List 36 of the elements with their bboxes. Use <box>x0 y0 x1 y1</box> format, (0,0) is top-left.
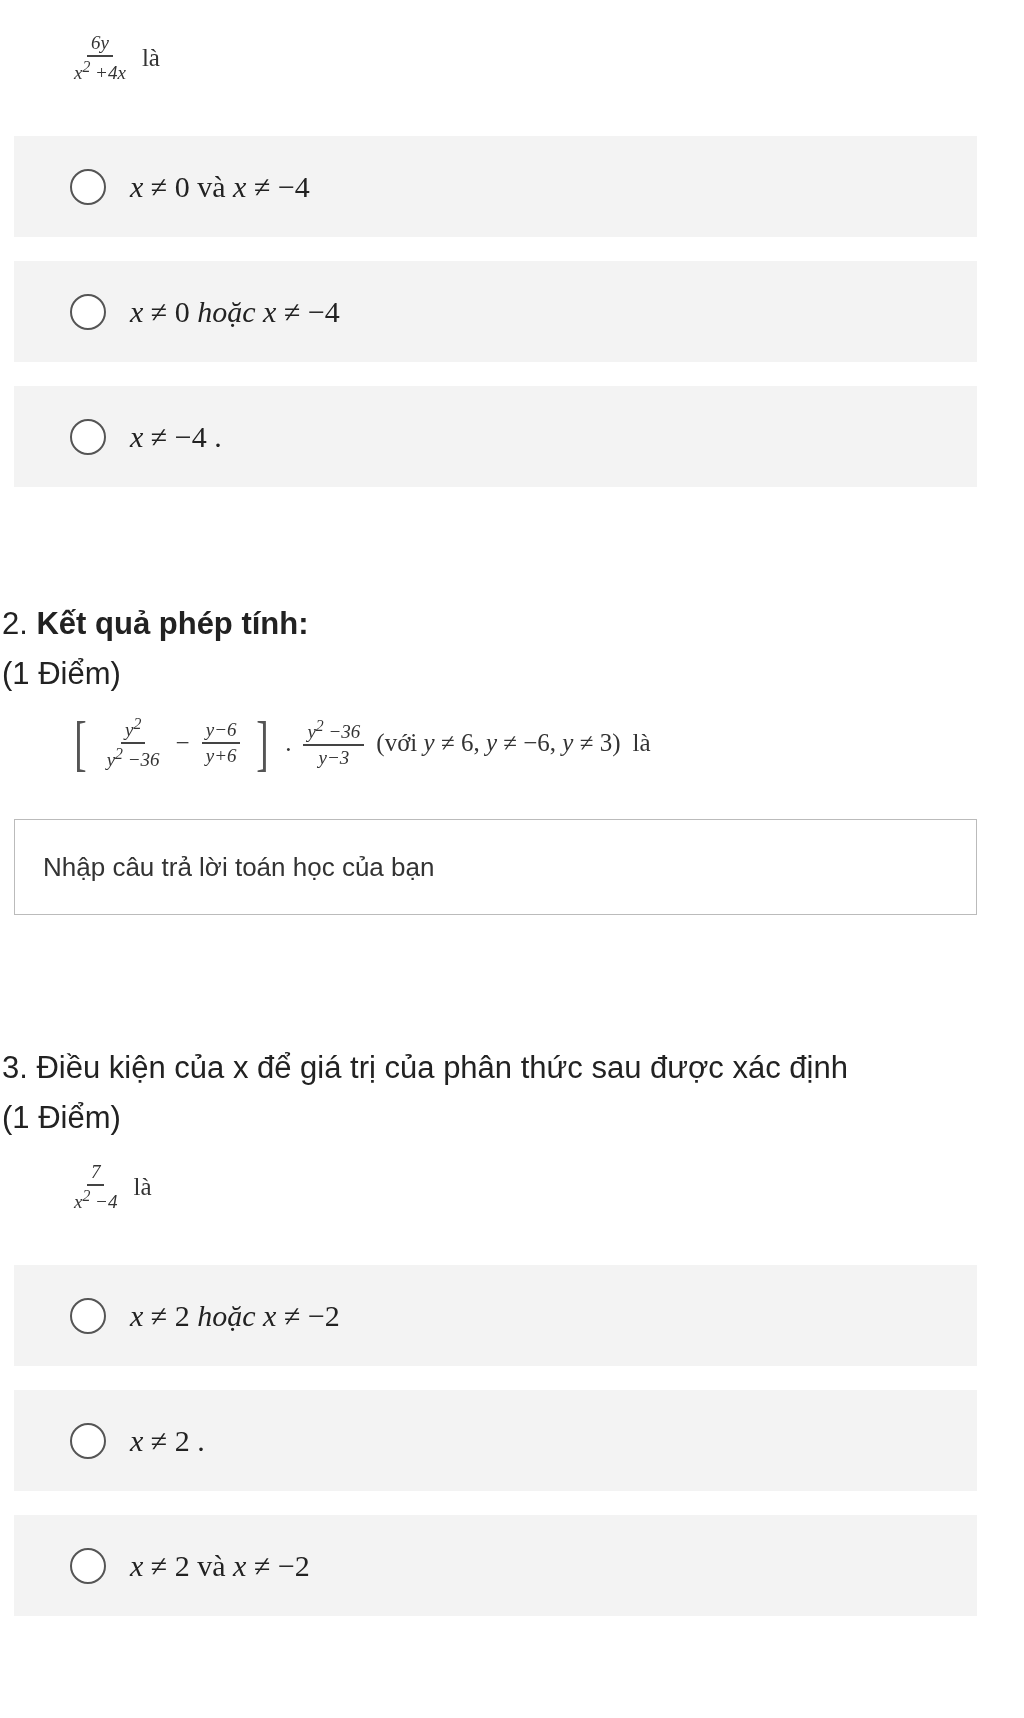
answer-field[interactable]: Nhập câu trả lời toán học của bạn <box>14 819 977 915</box>
option-text: x ≠ 0 và x ≠ −4 <box>130 169 310 204</box>
option-text: x ≠ 2 hoặc x ≠ −2 <box>130 1298 340 1333</box>
radio-button[interactable] <box>70 1422 106 1459</box>
fraction: y$^{2}$ −36 y−3 <box>303 716 365 770</box>
option-text: x ≠ 0 hoặc x ≠ −4 <box>130 294 340 329</box>
formula-text: (với y ≠ 6, y ≠ −6, y ≠ 3) <box>376 729 621 757</box>
points-label: (1 Điểm) <box>2 1099 122 1137</box>
radio-button[interactable] <box>70 293 106 330</box>
bracket: [ <box>74 712 87 774</box>
formula-text: . <box>285 729 292 757</box>
fraction: 6y x$^{2}$ +4x <box>73 31 127 85</box>
answer-option[interactable]: x ≠ 2 . <box>14 1390 977 1491</box>
points-label: (1 Điểm) <box>2 655 122 693</box>
answer-option[interactable]: x ≠ 2 và x ≠ −2 <box>14 1515 977 1616</box>
answer-option[interactable]: x ≠ 2 hoặc x ≠ −2 <box>14 1265 977 1366</box>
formula-text: là <box>141 44 160 72</box>
fraction: y$^{2}$ y$^{2}$ −36 <box>104 713 161 773</box>
fraction: y−6 y+6 <box>201 718 241 768</box>
radio-button[interactable] <box>70 1297 106 1334</box>
option-text: x ≠ 2 và x ≠ −2 <box>130 1548 310 1583</box>
option-text: x ≠ −4 . <box>130 419 222 454</box>
formula-text: − <box>175 729 190 757</box>
formula-text: là <box>133 1173 152 1201</box>
answer-option[interactable]: x ≠ 0 hoặc x ≠ −4 <box>14 261 977 362</box>
answer-option[interactable]: x ≠ 0 và x ≠ −4 <box>14 136 977 237</box>
question-title: 2. Kết quả phép tính: <box>2 605 310 643</box>
question-title: 3. Điều kiện của x để giá trị của phân thức sau được xác định <box>2 1049 849 1087</box>
answer-option[interactable]: x ≠ −4 . <box>14 386 977 487</box>
radio-button[interactable] <box>70 418 106 455</box>
radio-button[interactable] <box>70 168 106 205</box>
option-text: x ≠ 2 . <box>130 1423 205 1458</box>
fraction: 7 x$^{2}$ −4 <box>73 1160 119 1214</box>
bracket: ] <box>256 712 269 774</box>
radio-button[interactable] <box>70 1547 106 1584</box>
formula-text: là <box>632 729 651 757</box>
